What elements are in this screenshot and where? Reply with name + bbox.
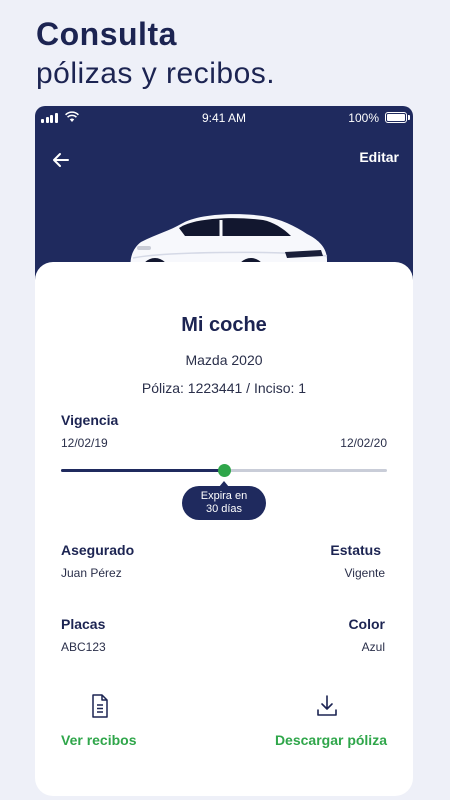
- vigencia-progress-track: [61, 464, 387, 477]
- edit-button[interactable]: Editar: [359, 149, 399, 165]
- vigencia-label: Vigencia: [61, 412, 119, 428]
- download-icon[interactable]: [316, 693, 338, 719]
- back-arrow-icon[interactable]: [49, 148, 73, 172]
- phone-screen: 9:41 AM 100% Editar Mi coche Mazda 2020 …: [35, 106, 413, 796]
- expiry-tooltip-line-1: Expira en: [200, 490, 248, 502]
- view-receipts-button[interactable]: Ver recibos: [61, 732, 137, 748]
- color-label: Color: [348, 616, 385, 632]
- color-value: Azul: [361, 640, 385, 654]
- expiry-tooltip-line-2: 30 días: [205, 503, 243, 515]
- marketing-headline: Consulta pólizas y recibos.: [36, 14, 436, 94]
- status-label: Estatus: [330, 542, 381, 558]
- vigencia-progress-fill: [61, 469, 224, 472]
- insured-value: Juan Pérez: [61, 566, 122, 580]
- headline-line-2: pólizas y recibos.: [36, 57, 276, 90]
- battery-percent: 100%: [348, 111, 379, 125]
- policy-card: Mi coche Mazda 2020 Póliza: 1223441 / In…: [35, 262, 413, 796]
- vehicle-title: Mi coche: [181, 314, 267, 336]
- headline-line-1: Consulta: [36, 16, 177, 52]
- battery-icon: [385, 112, 410, 123]
- policy-number: Póliza: 1223441 / Inciso: 1: [141, 380, 307, 396]
- plates-value: ABC123: [61, 640, 106, 654]
- vigencia-end-date: 12/02/20: [340, 436, 387, 450]
- vigencia-progress-thumb[interactable]: [218, 464, 231, 477]
- status-value: Vigente: [344, 566, 385, 580]
- vigencia-start-date: 12/02/19: [61, 436, 108, 450]
- expiry-tooltip: Expira en 30 días: [182, 481, 266, 520]
- insured-label: Asegurado: [61, 542, 135, 558]
- download-policy-button[interactable]: Descargar póliza: [275, 732, 387, 748]
- document-icon[interactable]: [89, 693, 111, 719]
- plates-label: Placas: [61, 616, 106, 632]
- vehicle-model: Mazda 2020: [185, 352, 263, 368]
- status-bar: 9:41 AM 100%: [35, 106, 413, 130]
